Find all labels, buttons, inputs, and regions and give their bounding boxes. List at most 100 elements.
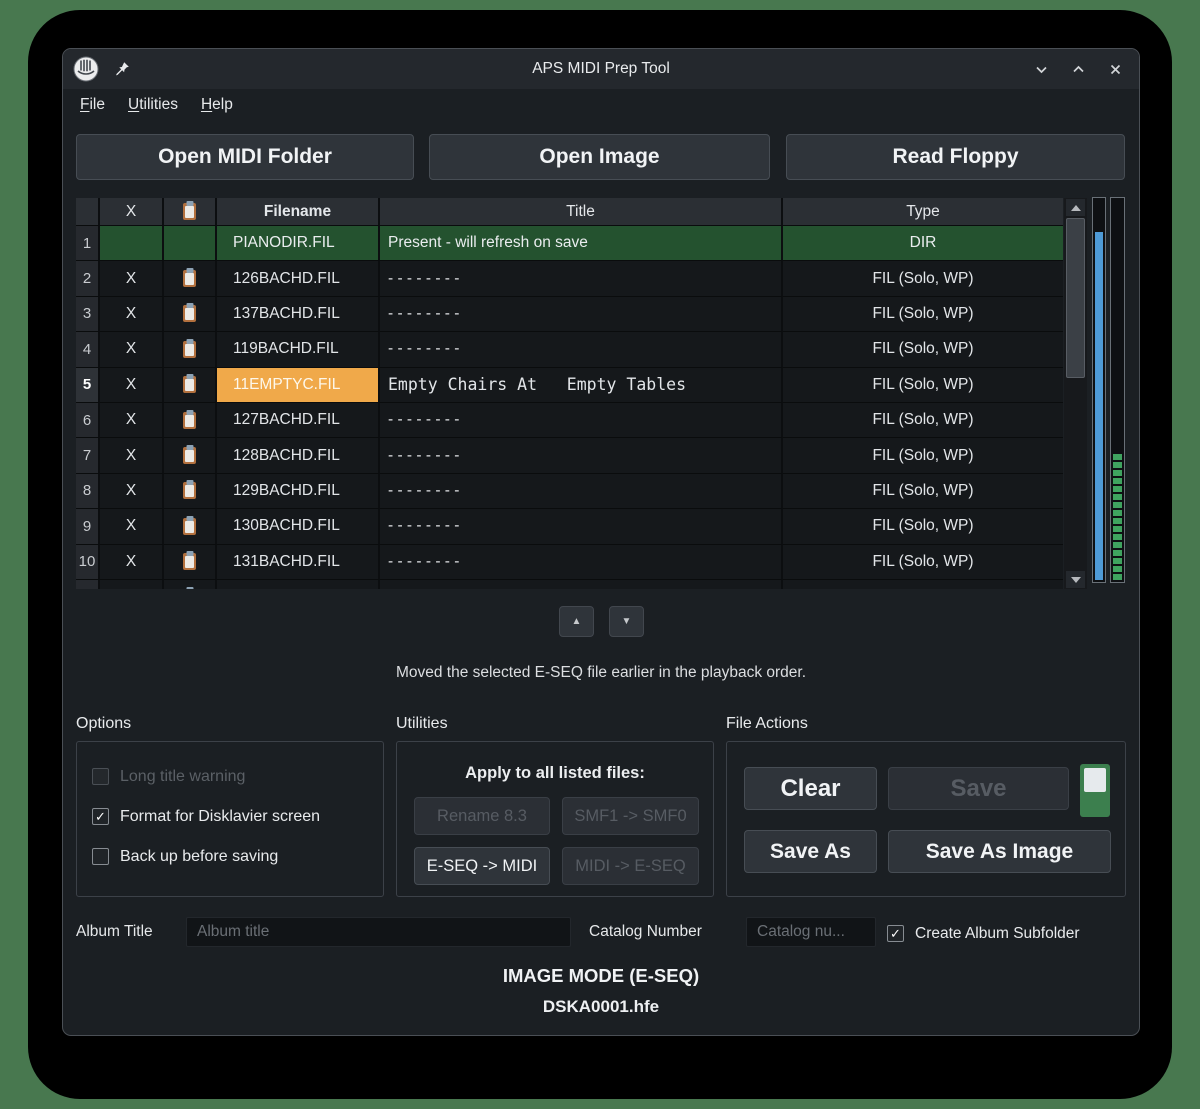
cell-x[interactable]: X [100, 545, 164, 580]
cell-type[interactable]: FIL (Solo, WP) [783, 509, 1063, 544]
cell-title[interactable]: - - - - - - - - [380, 403, 783, 438]
close-icon[interactable] [1108, 62, 1123, 77]
open-image-button[interactable]: Open Image [429, 134, 770, 180]
cell-title[interactable]: Present - will refresh on save [380, 226, 783, 261]
table-row[interactable]: 7 X 128BACHD.FIL - - - - - - - - FIL (So… [76, 438, 1063, 473]
eseq-to-midi-button[interactable]: E-SEQ -> MIDI [414, 847, 550, 885]
table-row[interactable]: 8 X 129BACHD.FIL - - - - - - - - FIL (So… [76, 474, 1063, 509]
table-row[interactable]: 10 X 131BACHD.FIL - - - - - - - - FIL (S… [76, 545, 1063, 580]
create-album-subfolder-checkbox-row[interactable]: ✓ Create Album Subfolder [887, 923, 1080, 944]
cell-type[interactable]: DIR [783, 226, 1063, 261]
read-floppy-button[interactable]: Read Floppy [786, 134, 1125, 180]
cell-filename-selected[interactable]: 11EMPTYC.FIL [217, 368, 380, 403]
format-disklavier-checkbox-row[interactable]: ✓ Format for Disklavier screen [92, 806, 383, 827]
row-number[interactable]: 5 [76, 368, 100, 403]
cell-type[interactable]: FIL (Solo, WP) [783, 332, 1063, 367]
scroll-up-button[interactable] [1066, 199, 1085, 216]
table-row-selected[interactable]: 5 X 11EMPTYC.FIL Empty Chairs At Empty T… [76, 368, 1063, 403]
open-midi-folder-button[interactable]: Open MIDI Folder [76, 134, 414, 180]
cell-clipboard[interactable] [164, 297, 217, 332]
save-button[interactable]: Save [888, 767, 1069, 810]
cell-title[interactable]: - - - - - - - - [380, 332, 783, 367]
table-row[interactable]: 9 X 130BACHD.FIL - - - - - - - - FIL (So… [76, 509, 1063, 544]
cell-x[interactable]: X [100, 474, 164, 509]
maximize-icon[interactable] [1071, 62, 1086, 77]
table-row[interactable]: 4 X 119BACHD.FIL - - - - - - - - FIL (So… [76, 332, 1063, 367]
midi-to-eseq-button[interactable]: MIDI -> E-SEQ [562, 847, 699, 885]
cell-filename[interactable]: 129BACHD.FIL [217, 474, 380, 509]
cell-clipboard[interactable] [164, 261, 217, 296]
cell-type[interactable]: FIL (Solo, WP) [783, 403, 1063, 438]
cell-x[interactable]: X [100, 297, 164, 332]
header-x[interactable]: X [100, 198, 164, 226]
cell-type[interactable]: FIL (Solo, WP) [783, 474, 1063, 509]
cell-type[interactable]: FIL (Solo, WP) [783, 297, 1063, 332]
move-down-button[interactable]: ▼ [609, 606, 644, 637]
table-row-partial[interactable] [76, 580, 1063, 589]
row-number[interactable]: 8 [76, 474, 100, 509]
cell-clipboard[interactable] [164, 545, 217, 580]
pin-icon[interactable] [114, 61, 130, 77]
menu-help[interactable]: Help [201, 96, 233, 114]
menu-utilities[interactable]: Utilities [128, 96, 178, 114]
table-row[interactable]: 6 X 127BACHD.FIL - - - - - - - - FIL (So… [76, 403, 1063, 438]
cell-title[interactable]: - - - - - - - - [380, 261, 783, 296]
cell-filename[interactable]: 119BACHD.FIL [217, 332, 380, 367]
cell-title[interactable]: - - - - - - - - [380, 509, 783, 544]
row-number[interactable]: 4 [76, 332, 100, 367]
cell-title[interactable]: - - - - - - - - [380, 297, 783, 332]
checkbox-unchecked[interactable] [92, 848, 109, 865]
album-title-input[interactable] [186, 917, 571, 947]
scrollbar-thumb[interactable] [1066, 218, 1085, 378]
cell-filename[interactable]: 127BACHD.FIL [217, 403, 380, 438]
cell-type[interactable]: FIL (Solo, WP) [783, 438, 1063, 473]
row-number[interactable]: 9 [76, 509, 100, 544]
cell-filename[interactable]: 137BACHD.FIL [217, 297, 380, 332]
checkbox-checked[interactable]: ✓ [92, 808, 109, 825]
cell-title[interactable]: Empty Chairs At Empty Tables [380, 368, 783, 403]
row-number[interactable]: 10 [76, 545, 100, 580]
header-clipboard[interactable] [164, 198, 217, 226]
save-as-button[interactable]: Save As [744, 830, 877, 873]
cell-x[interactable]: X [100, 438, 164, 473]
minimize-icon[interactable] [1034, 62, 1049, 77]
cell-type[interactable]: FIL (Solo, WP) [783, 261, 1063, 296]
cell-clipboard[interactable] [164, 226, 217, 261]
cell-clipboard[interactable] [164, 509, 217, 544]
cell-x[interactable]: X [100, 261, 164, 296]
header-type[interactable]: Type [783, 198, 1063, 226]
table-scrollbar[interactable] [1064, 198, 1087, 589]
cell-clipboard[interactable] [164, 438, 217, 473]
cell-x[interactable]: X [100, 332, 164, 367]
catalog-number-input[interactable] [746, 917, 876, 947]
smf1-to-smf0-button[interactable]: SMF1 -> SMF0 [562, 797, 699, 835]
cell-x[interactable]: X [100, 368, 164, 403]
long-title-warning-checkbox-row[interactable]: Long title warning [92, 766, 383, 787]
cell-type[interactable]: FIL (Solo, WP) [783, 545, 1063, 580]
row-number[interactable]: 3 [76, 297, 100, 332]
table-row[interactable]: 3 X 137BACHD.FIL - - - - - - - - FIL (So… [76, 297, 1063, 332]
table-row[interactable]: 1 PIANODIR.FIL Present - will refresh on… [76, 226, 1063, 261]
row-number[interactable]: 1 [76, 226, 100, 261]
checkbox-unchecked-disabled[interactable] [92, 768, 109, 785]
cell-filename[interactable]: 131BACHD.FIL [217, 545, 380, 580]
cell-x[interactable] [100, 226, 164, 261]
menu-file[interactable]: File [80, 96, 105, 114]
row-number[interactable]: 7 [76, 438, 100, 473]
row-number[interactable]: 6 [76, 403, 100, 438]
cell-filename[interactable]: PIANODIR.FIL [217, 226, 380, 261]
scroll-down-button[interactable] [1066, 571, 1085, 588]
header-filename[interactable]: Filename [217, 198, 380, 226]
cell-clipboard[interactable] [164, 403, 217, 438]
cell-title[interactable]: - - - - - - - - [380, 545, 783, 580]
cell-type[interactable]: FIL (Solo, WP) [783, 368, 1063, 403]
move-up-button[interactable]: ▲ [559, 606, 594, 637]
cell-title[interactable]: - - - - - - - - [380, 474, 783, 509]
row-number[interactable]: 2 [76, 261, 100, 296]
cell-filename[interactable]: 130BACHD.FIL [217, 509, 380, 544]
clear-button[interactable]: Clear [744, 767, 877, 810]
header-title[interactable]: Title [380, 198, 783, 226]
save-as-image-button[interactable]: Save As Image [888, 830, 1111, 873]
cell-clipboard[interactable] [164, 368, 217, 403]
cell-filename[interactable]: 126BACHD.FIL [217, 261, 380, 296]
